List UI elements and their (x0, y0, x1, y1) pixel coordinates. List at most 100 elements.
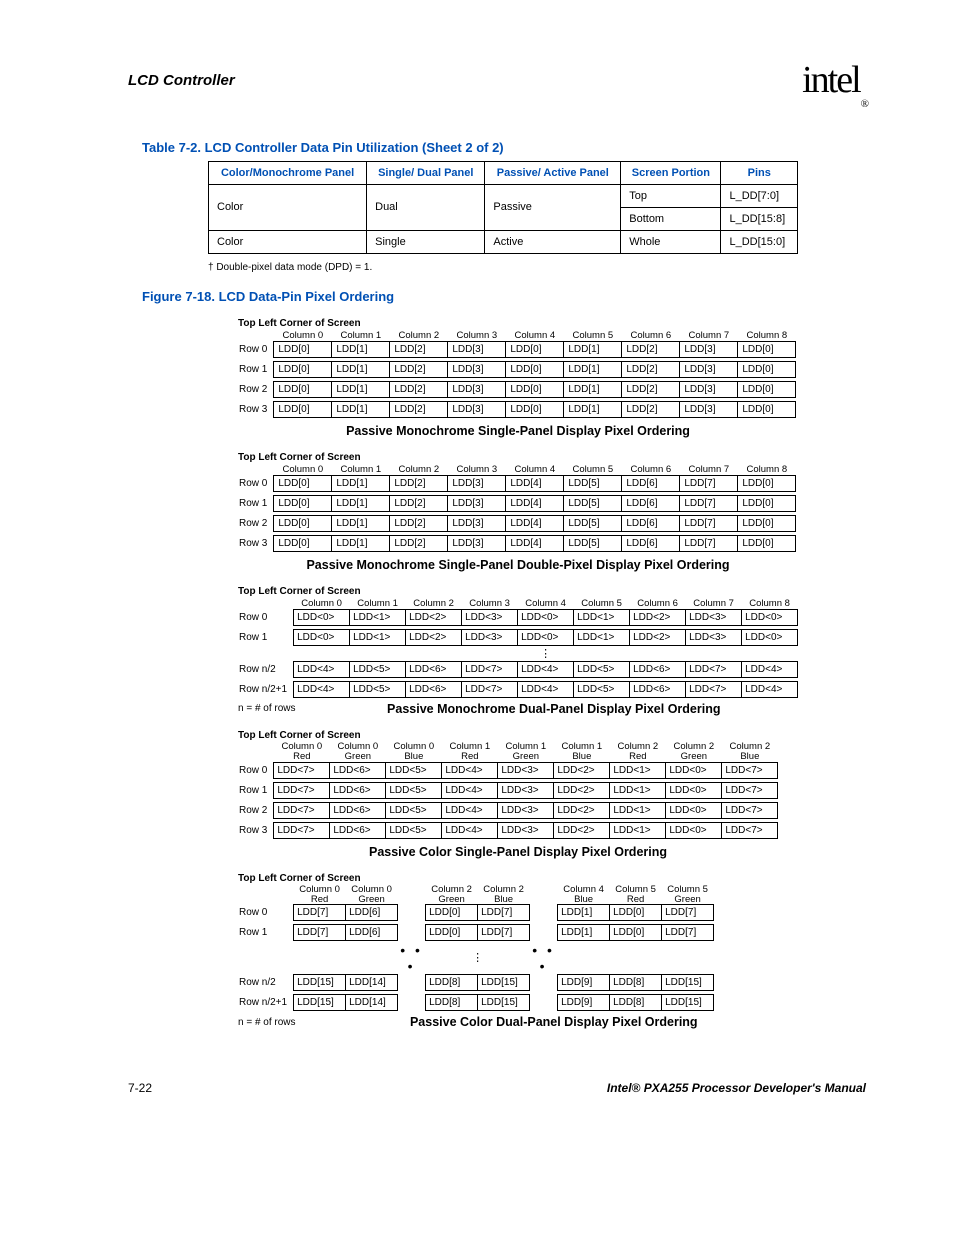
pin-cell: LDD[3] (680, 381, 738, 397)
pin-cell: LDD[1] (558, 905, 610, 921)
row-label: Row 0 (238, 762, 274, 778)
cell: L_DD[15:0] (721, 230, 798, 253)
pin-cell: LDD<3> (498, 782, 554, 798)
pin-cell: LDD<3> (498, 802, 554, 818)
horizontal-dots-icon: • • • (530, 941, 558, 975)
pin-cell: LDD[2] (390, 341, 448, 357)
pin-cell: LDD<7> (722, 782, 778, 798)
pin-cell: LDD<6> (406, 661, 462, 677)
pin-cell: LDD[7] (662, 925, 714, 941)
col-header: Passive/ Active Panel (485, 161, 621, 184)
pin-cell: LDD[1] (332, 381, 390, 397)
pin-cell: LDD[0] (274, 515, 332, 531)
pixel-table: Column 0RedColumn 0GreenColumn 0BlueColu… (238, 742, 778, 839)
pin-cell: LDD<0> (294, 629, 350, 645)
pin-cell: LDD<4> (442, 782, 498, 798)
pin-cell: LDD[0] (274, 381, 332, 397)
pin-cell: LDD<5> (386, 802, 442, 818)
pin-cell: LDD<0> (666, 782, 722, 798)
pixel-ordering-block-b: Top Left Corner of Screen Column 0Column… (238, 452, 866, 572)
pin-cell: LDD<5> (386, 762, 442, 778)
vertical-dots-icon: ⋮ (426, 941, 530, 975)
pin-cell: LDD<6> (330, 762, 386, 778)
page-header: LCD Controller intel® (128, 58, 866, 104)
cell: Bottom (621, 207, 721, 230)
pin-cell: LDD[3] (448, 535, 506, 551)
pin-cell: LDD[14] (346, 995, 398, 1011)
pin-cell: LDD<6> (330, 822, 386, 838)
corner-label: Top Left Corner of Screen (238, 873, 866, 884)
pin-cell: LDD[3] (448, 341, 506, 357)
pin-cell: LDD[1] (564, 361, 622, 377)
pin-cell: LDD<4> (442, 762, 498, 778)
pin-cell: LDD[0] (274, 475, 332, 491)
row-label: Row 0 (238, 609, 294, 625)
pin-cell: LDD<4> (518, 681, 574, 697)
pin-cell: LDD[3] (448, 361, 506, 377)
pin-cell: LDD<2> (630, 609, 686, 625)
pin-cell: LDD[2] (390, 495, 448, 511)
pin-cell: LDD[2] (622, 341, 680, 357)
pin-cell: LDD[0] (274, 401, 332, 417)
pin-cell: LDD[1] (332, 475, 390, 491)
pin-cell: LDD[15] (662, 995, 714, 1011)
corner-label: Top Left Corner of Screen (238, 318, 866, 329)
pin-cell: LDD[4] (506, 535, 564, 551)
pin-cell: LDD[0] (274, 361, 332, 377)
pin-cell: LDD[0] (426, 925, 478, 941)
pin-cell: LDD[3] (448, 515, 506, 531)
pin-cell: LDD[7] (478, 905, 530, 921)
pin-cell: LDD[2] (390, 515, 448, 531)
row-label: Row 1 (238, 361, 274, 377)
pin-cell: LDD<2> (554, 782, 610, 798)
row-label: Row 1 (238, 925, 294, 941)
pin-cell: LDD<4> (294, 661, 350, 677)
pin-cell: LDD[7] (478, 925, 530, 941)
pin-cell: LDD[4] (506, 495, 564, 511)
pin-cell: LDD[15] (478, 975, 530, 991)
pin-cell: LDD[1] (564, 341, 622, 357)
pin-cell: LDD[0] (738, 535, 796, 551)
row-label: Row n/2+1 (238, 995, 294, 1011)
pin-cell: LDD[3] (448, 475, 506, 491)
row-label: Row n/2 (238, 975, 294, 991)
rows-note: n = # of rows (238, 703, 296, 714)
pin-cell: LDD<0> (518, 609, 574, 625)
pin-cell: LDD[1] (332, 535, 390, 551)
pin-cell: LDD<1> (574, 609, 630, 625)
pin-cell: LDD<5> (574, 661, 630, 677)
pin-cell: LDD[7] (662, 905, 714, 921)
pin-cell: LDD<4> (294, 681, 350, 697)
pin-cell: LDD[0] (738, 401, 796, 417)
pin-cell: LDD<2> (406, 609, 462, 625)
pin-cell: LDD<5> (350, 661, 406, 677)
cell: Color (209, 230, 367, 253)
row-label: Row 2 (238, 381, 274, 397)
pin-cell: LDD[0] (738, 475, 796, 491)
pin-cell: LDD<6> (330, 782, 386, 798)
pin-cell: LDD<0> (518, 629, 574, 645)
pin-cell: LDD[15] (294, 995, 346, 1011)
pin-cell: LDD[0] (506, 401, 564, 417)
pin-cell: LDD<7> (462, 661, 518, 677)
cell: L_DD[7:0] (721, 184, 798, 207)
pin-cell: LDD[0] (506, 361, 564, 377)
col-header: Pins (721, 161, 798, 184)
pin-cell: LDD[3] (680, 341, 738, 357)
pin-cell: LDD<0> (666, 822, 722, 838)
pin-cell: LDD<0> (742, 629, 798, 645)
pin-cell: LDD[5] (564, 535, 622, 551)
block-caption: Passive Monochrome Single-Panel Display … (238, 424, 798, 438)
pin-cell: LDD[8] (426, 975, 478, 991)
col-header: Screen Portion (621, 161, 721, 184)
pin-cell: LDD[0] (738, 361, 796, 377)
pin-cell: LDD[1] (332, 515, 390, 531)
pin-cell: LDD[0] (738, 515, 796, 531)
pin-cell: LDD[6] (622, 535, 680, 551)
row-label: Row 0 (238, 475, 274, 491)
pin-cell: LDD[3] (448, 495, 506, 511)
pin-cell: LDD<6> (630, 681, 686, 697)
row-label: Row 3 (238, 822, 274, 838)
pin-cell: LDD[1] (332, 495, 390, 511)
pin-cell: LDD<5> (574, 681, 630, 697)
